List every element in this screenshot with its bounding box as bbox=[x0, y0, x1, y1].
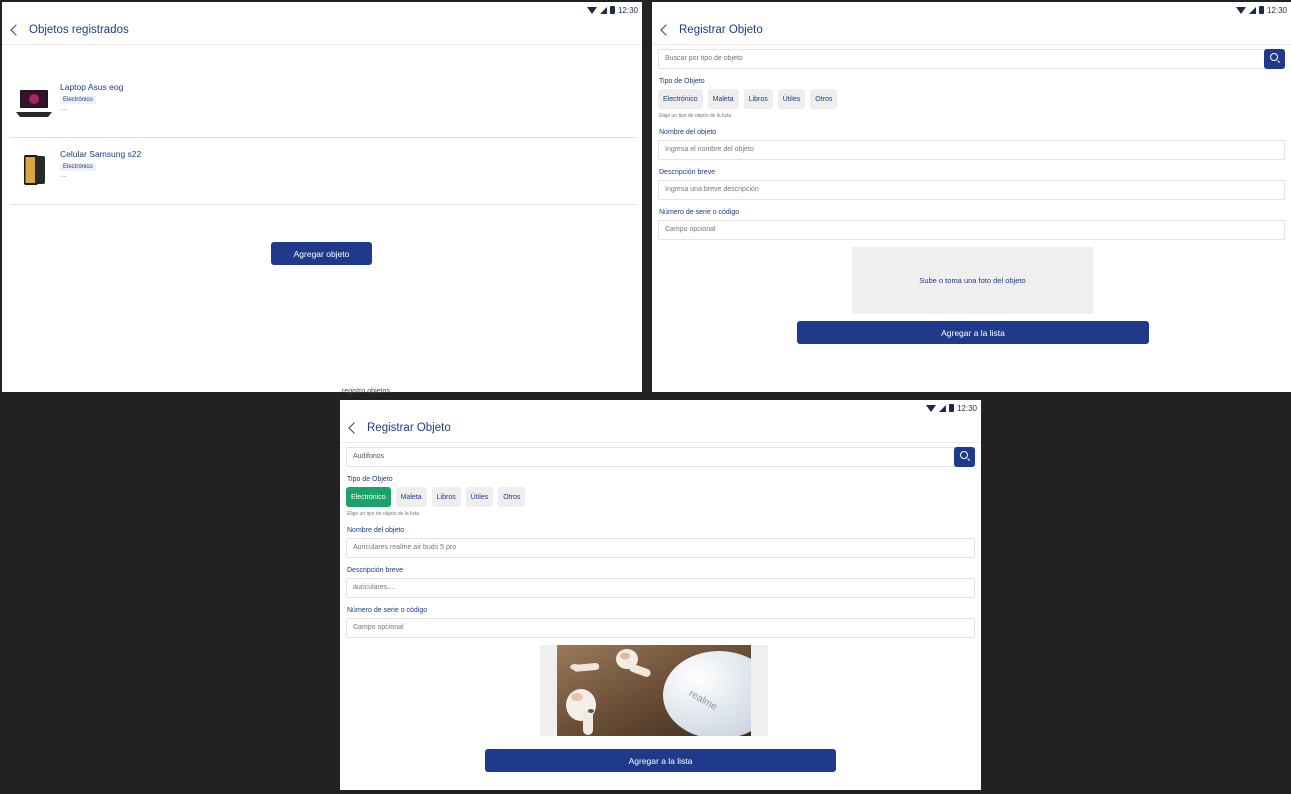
name-label: Nombre del objeto bbox=[659, 129, 717, 136]
description-label: Descripción breve bbox=[659, 169, 716, 176]
description-field[interactable]: Ingresa una breve descripción bbox=[658, 180, 1285, 200]
name-field[interactable]: Auriculares realme air buds 5 pro bbox=[346, 538, 975, 558]
signal-icon bbox=[599, 6, 607, 14]
add-object-button[interactable]: Agregar objeto bbox=[271, 242, 372, 265]
laptop-image bbox=[16, 90, 52, 117]
chip-electronico[interactable]: Electrónico bbox=[346, 487, 391, 507]
chip-maleta[interactable]: Maleta bbox=[707, 89, 739, 109]
chip-utiles[interactable]: Útiles bbox=[465, 487, 494, 507]
page-title: Registrar Objeto bbox=[679, 24, 763, 36]
status-time: 12:30 bbox=[956, 403, 977, 413]
type-chips: Electrónico Maleta Libros Útiles Otros bbox=[346, 487, 526, 507]
divider bbox=[340, 442, 981, 443]
top-app-bar: Registrar Objeto bbox=[340, 414, 981, 442]
item-description: .... bbox=[60, 106, 67, 112]
search-bar bbox=[658, 49, 1285, 69]
back-arrow-icon[interactable] bbox=[660, 24, 672, 36]
status-bar: 12:30 bbox=[925, 402, 977, 414]
back-arrow-icon[interactable] bbox=[10, 24, 22, 36]
frame-caption: registro objetos bbox=[342, 388, 390, 395]
status-time: 12:30 bbox=[1266, 5, 1287, 15]
battery-icon bbox=[609, 6, 615, 14]
name-label: Nombre del objeto bbox=[347, 527, 405, 534]
chip-electronico[interactable]: Electrónico bbox=[658, 89, 703, 109]
status-time: 12:30 bbox=[617, 5, 638, 15]
search-button[interactable] bbox=[1264, 49, 1285, 69]
type-label: Tipo de Objeto bbox=[347, 476, 393, 483]
type-chips: Electrónico Maleta Libros Útiles Otros bbox=[658, 89, 838, 109]
signal-icon bbox=[938, 404, 946, 412]
back-arrow-icon[interactable] bbox=[348, 422, 360, 434]
battery-icon bbox=[1258, 6, 1264, 14]
status-bar: 12:30 bbox=[586, 4, 638, 16]
add-to-list-button[interactable]: Agregar a la lista bbox=[797, 321, 1149, 344]
serial-field[interactable]: Campo opcional bbox=[346, 618, 975, 638]
name-field[interactable]: Ingresa el nombre del objeto bbox=[658, 140, 1285, 160]
list-item[interactable]: Celular Samsung s22 Electrónico .... bbox=[10, 139, 636, 205]
item-name: Celular Samsung s22 bbox=[60, 149, 142, 159]
objects-list-screen: 12:30 Objetos registrados Laptop Asus eo… bbox=[2, 2, 642, 392]
description-label: Descripción breve bbox=[347, 567, 404, 574]
list-item[interactable]: Laptop Asus eog Electrónico .... bbox=[10, 72, 636, 138]
top-app-bar: Registrar Objeto bbox=[652, 16, 1291, 44]
chip-otros[interactable]: Otros bbox=[498, 487, 526, 507]
wifi-icon bbox=[925, 404, 936, 412]
description-field[interactable]: auriculares.... bbox=[346, 578, 975, 598]
chip-maleta[interactable]: Maleta bbox=[395, 487, 427, 507]
battery-icon bbox=[948, 404, 954, 412]
status-bar: 12:30 bbox=[1235, 4, 1287, 16]
item-category-badge: Electrónico bbox=[60, 96, 96, 104]
item-name: Laptop Asus eog bbox=[60, 82, 124, 92]
page-title: Registrar Objeto bbox=[367, 422, 451, 434]
wifi-icon bbox=[586, 6, 597, 14]
photo-upload-area[interactable]: realme bbox=[540, 645, 768, 736]
signal-icon bbox=[1248, 6, 1256, 14]
photo-upload-area[interactable]: Sube o toma una foto del objeto bbox=[852, 247, 1093, 314]
add-to-list-button[interactable]: Agregar a la lista bbox=[485, 749, 836, 772]
search-bar bbox=[346, 447, 975, 467]
chip-libros[interactable]: Libros bbox=[743, 89, 773, 109]
divider bbox=[652, 44, 1291, 45]
chip-otros[interactable]: Otros bbox=[810, 89, 838, 109]
item-description: .... bbox=[60, 173, 67, 179]
top-app-bar: Objetos registrados bbox=[2, 16, 642, 44]
search-input[interactable] bbox=[665, 50, 1165, 68]
type-label: Tipo de Objeto bbox=[659, 78, 705, 85]
chip-utiles[interactable]: Útiles bbox=[777, 89, 806, 109]
chip-libros[interactable]: Libros bbox=[431, 487, 461, 507]
page-title: Objetos registrados bbox=[29, 24, 129, 36]
serial-field[interactable]: Campo opcional bbox=[658, 220, 1285, 240]
type-helper-text: Elige un tipo de objeto de la lista bbox=[659, 113, 731, 119]
search-input[interactable] bbox=[353, 448, 855, 466]
item-category-badge: Electrónico bbox=[60, 163, 96, 171]
register-form-filled-screen: 12:30 Registrar Objeto Tipo de Objeto El… bbox=[340, 400, 981, 790]
type-helper-text: Elige un tipo de objeto de la lista bbox=[347, 511, 419, 517]
wifi-icon bbox=[1235, 6, 1246, 14]
earbuds-photo: realme bbox=[557, 645, 751, 736]
search-button[interactable] bbox=[954, 447, 975, 467]
serial-label: Número de serie o código bbox=[347, 607, 428, 614]
phone-image bbox=[24, 155, 45, 185]
register-form-empty-screen: 12:30 Registrar Objeto Tipo de Objeto El… bbox=[652, 2, 1291, 392]
serial-label: Número de serie o código bbox=[659, 209, 740, 216]
divider bbox=[2, 44, 642, 45]
